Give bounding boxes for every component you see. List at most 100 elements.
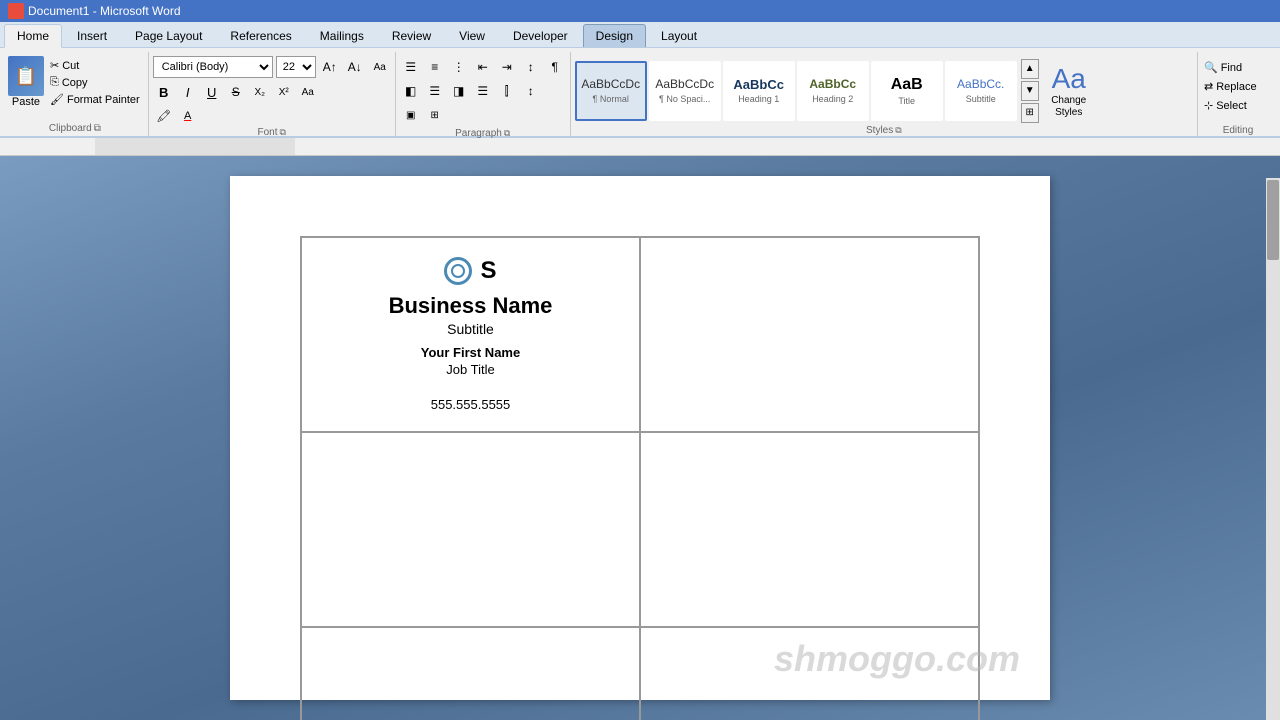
- clear-format-button[interactable]: Aa: [369, 56, 391, 78]
- tab-developer[interactable]: Developer: [500, 24, 581, 47]
- numbering-button[interactable]: ≡: [424, 56, 446, 78]
- scissors-icon: ✂: [50, 59, 59, 72]
- font-dialog-launcher[interactable]: ⧉: [280, 127, 286, 138]
- copy-button[interactable]: ⎘ Copy: [48, 75, 142, 90]
- find-button[interactable]: 🔍 Find: [1202, 60, 1274, 75]
- highlight-button[interactable]: 🖍: [153, 105, 175, 127]
- clipboard-group-label: Clipboard ⧉: [2, 123, 148, 134]
- format-painter-label: Format Painter: [67, 94, 140, 106]
- tab-references[interactable]: References: [217, 24, 304, 47]
- select-button[interactable]: ⊹ Select: [1202, 98, 1274, 113]
- tab-insert[interactable]: Insert: [64, 24, 120, 47]
- ribbon-tabs: Home Insert Page Layout References Maili…: [0, 22, 1280, 48]
- font-name-select[interactable]: Calibri (Body): [153, 56, 273, 78]
- style-subtitle[interactable]: AaBbCc. Subtitle: [945, 61, 1017, 121]
- columns-button[interactable]: ⫿: [496, 80, 518, 102]
- borders-button[interactable]: ⊞: [424, 104, 446, 126]
- title-bar: Document1 - Microsoft Word: [0, 0, 1280, 22]
- line-spacing-button[interactable]: ↕: [520, 80, 542, 102]
- change-styles-icon: Aa: [1052, 63, 1086, 95]
- italic-button[interactable]: I: [177, 81, 199, 103]
- font-size-select[interactable]: 22: [276, 56, 316, 78]
- sort-button[interactable]: ↕: [520, 56, 542, 78]
- style-no-spacing-label: ¶ No Spaci...: [659, 94, 710, 104]
- styles-more[interactable]: ⊞: [1021, 103, 1039, 123]
- style-subtitle-text: AaBbCc.: [957, 77, 1004, 91]
- ruler-svg: [10, 138, 1270, 155]
- paste-button[interactable]: 📋 Paste: [8, 56, 44, 108]
- card-logo: [444, 257, 472, 285]
- find-label: Find: [1221, 62, 1242, 74]
- tab-layout[interactable]: Layout: [648, 24, 710, 47]
- align-right-button[interactable]: ◨: [448, 80, 470, 102]
- change-case-button[interactable]: Aa: [297, 81, 319, 103]
- styles-dialog-launcher[interactable]: ⧉: [895, 125, 901, 136]
- style-heading2-label: Heading 2: [812, 94, 853, 104]
- change-styles-button[interactable]: Aa Change Styles: [1041, 59, 1097, 123]
- format-painter-button[interactable]: 🖌 Format Painter: [48, 92, 142, 107]
- editing-group: 🔍 Find ⇄ Replace ⊹ Select Editing: [1198, 52, 1278, 136]
- justify-button[interactable]: ☰: [472, 80, 494, 102]
- styles-scroll-down[interactable]: ▼: [1021, 81, 1039, 101]
- tab-review[interactable]: Review: [379, 24, 444, 47]
- card-job-title: Job Title: [446, 362, 494, 377]
- bullets-button[interactable]: ☰: [400, 56, 422, 78]
- decrease-font-button[interactable]: A↓: [344, 56, 366, 78]
- replace-label: Replace: [1216, 81, 1256, 93]
- style-normal-label: ¶ Normal: [593, 94, 629, 104]
- copy-icon: ⎘: [50, 76, 59, 89]
- align-left-button[interactable]: ◧: [400, 80, 422, 102]
- decrease-indent-button[interactable]: ⇤: [472, 56, 494, 78]
- window-title: Document1 - Microsoft Word: [28, 4, 181, 18]
- card-empty-2: [301, 432, 640, 627]
- copy-label: Copy: [62, 77, 88, 89]
- show-marks-button[interactable]: ¶: [544, 56, 566, 78]
- tab-design[interactable]: Design: [583, 24, 646, 47]
- strikethrough-button[interactable]: S: [225, 81, 247, 103]
- format-painter-icon: 🖌: [50, 93, 64, 106]
- text-color-button[interactable]: A: [177, 105, 199, 127]
- card-business-name: Business Name: [389, 293, 553, 319]
- replace-button[interactable]: ⇄ Replace: [1202, 79, 1274, 94]
- increase-font-button[interactable]: A↑: [319, 56, 341, 78]
- style-title-text: AaB: [891, 75, 923, 94]
- tab-mailings[interactable]: Mailings: [307, 24, 377, 47]
- style-heading2-text: AaBbCc: [809, 77, 856, 91]
- align-center-button[interactable]: ☰: [424, 80, 446, 102]
- style-subtitle-label: Subtitle: [966, 94, 996, 104]
- style-normal-text: AaBbCcDc: [581, 77, 640, 91]
- style-no-spacing-text: AaBbCcDc: [655, 77, 714, 91]
- clipboard-dialog-launcher[interactable]: ⧉: [94, 123, 101, 134]
- scroll-thumb[interactable]: [1267, 180, 1279, 260]
- select-label: Select: [1216, 100, 1247, 112]
- vertical-scrollbar[interactable]: [1266, 178, 1280, 720]
- style-no-spacing[interactable]: AaBbCcDc ¶ No Spaci...: [649, 61, 721, 121]
- underline-button[interactable]: U: [201, 81, 223, 103]
- change-styles-label: Change Styles: [1045, 95, 1093, 119]
- tab-home[interactable]: Home: [4, 24, 62, 48]
- app-icon: [8, 3, 24, 19]
- bold-button[interactable]: B: [153, 81, 175, 103]
- increase-indent-button[interactable]: ⇥: [496, 56, 518, 78]
- style-normal[interactable]: AaBbCcDc ¶ Normal: [575, 61, 647, 121]
- card-empty-1: [640, 237, 979, 432]
- page: S Business Name Subtitle Your First Name…: [230, 176, 1050, 700]
- card-empty-3: [640, 432, 979, 627]
- style-title[interactable]: AaB Title: [871, 61, 943, 121]
- shading-button[interactable]: ▣: [400, 104, 422, 126]
- watermark: shmoggo.com: [774, 638, 1020, 680]
- style-heading1-label: Heading 1: [738, 94, 779, 104]
- tab-view[interactable]: View: [446, 24, 498, 47]
- paragraph-group: ☰ ≡ ⋮ ⇤ ⇥ ↕ ¶ ◧ ☰ ◨ ☰ ⫿ ↕ ▣ ⊞ Paragraph …: [396, 52, 571, 136]
- style-heading1[interactable]: AaBbCc Heading 1: [723, 61, 795, 121]
- cut-button[interactable]: ✂ Cut: [48, 58, 142, 73]
- card-main: S Business Name Subtitle Your First Name…: [301, 237, 640, 432]
- superscript-button[interactable]: X²: [273, 81, 295, 103]
- tab-page-layout[interactable]: Page Layout: [122, 24, 215, 47]
- font-group-label: Font: [257, 127, 277, 138]
- styles-scroll-up[interactable]: ▲: [1021, 59, 1039, 79]
- subscript-button[interactable]: X₂: [249, 81, 271, 103]
- card-empty-4: [301, 627, 640, 720]
- multilevel-list-button[interactable]: ⋮: [448, 56, 470, 78]
- style-heading2[interactable]: AaBbCc Heading 2: [797, 61, 869, 121]
